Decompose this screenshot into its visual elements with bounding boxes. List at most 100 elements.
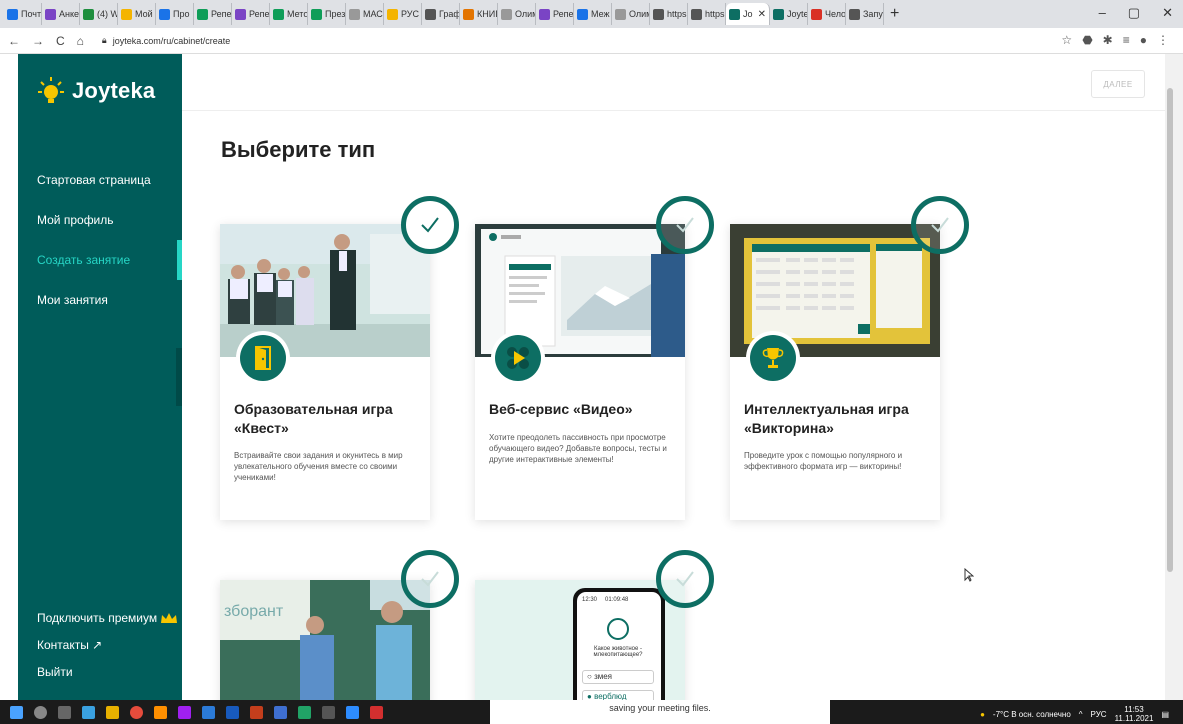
tab-favicon-icon [7,8,18,20]
tab-label: Запу [863,9,883,19]
browser-tab[interactable]: Репе [232,3,270,25]
browser-tab[interactable]: Запу [846,3,884,25]
taskbar-apps [0,705,383,719]
contacts-link[interactable]: Контакты ↗ [37,638,102,652]
quest-select-check[interactable] [401,196,459,254]
tab-favicon-icon [539,8,550,20]
sidebar-item-profile[interactable]: Мой профиль [37,213,114,227]
bottom-left-select-check[interactable] [401,550,459,608]
page-scrollbar[interactable] [1165,54,1183,700]
notification-icon[interactable]: ▤ [1161,710,1169,719]
browser-tab[interactable]: (4) W [80,3,118,25]
browser-tab[interactable]: МАС [346,3,384,25]
app-icon-red[interactable] [370,705,383,719]
tab-label: (4) W [97,9,118,19]
puzzle-icon[interactable]: ✱ [1103,33,1113,47]
browser-tab[interactable]: РУС [384,3,422,25]
lang-indicator[interactable]: РУС [1091,710,1107,719]
chrome-icon[interactable] [130,705,143,719]
extension-icon[interactable]: ⬣ [1082,33,1092,47]
weather-text[interactable]: -7°C В осн. солнечно [993,710,1071,719]
card-video[interactable]: Веб-сервис «Видео» Хотите преодолеть пас… [475,224,685,520]
browser-tab[interactable]: Чело [808,3,846,25]
card-quiz[interactable]: Интеллектуальная игра «Викторина» Провед… [730,224,940,520]
quiz-select-check[interactable] [911,196,969,254]
browser-tab[interactable]: Репе [194,3,232,25]
tab-label: Мой [135,9,153,19]
sidebar-item-my-lessons[interactable]: Мои занятия [37,293,108,307]
browser-tab[interactable]: Репе [536,3,574,25]
browser-tab[interactable]: През [308,3,346,25]
browser-tab[interactable]: Почт [4,3,42,25]
powerpoint-icon[interactable] [250,705,263,719]
tab-favicon-icon [349,8,360,20]
sidebar-item-start[interactable]: Стартовая страница [37,173,151,187]
browser-tab[interactable]: Про [156,3,194,25]
minimize-button[interactable]: – [1099,5,1106,21]
excel-icon[interactable] [298,705,311,719]
tab-favicon-icon [159,8,170,20]
logo-text: Joyteka [72,78,156,103]
logo[interactable]: Joyteka [38,76,155,106]
firefox-icon[interactable] [154,705,167,719]
sidebar-item-create[interactable]: Создать занятие [37,253,130,267]
profile-icon[interactable]: ● [1140,33,1147,47]
app-icon-blue[interactable] [202,705,215,719]
reading-list-icon[interactable]: ≡ [1123,33,1130,47]
url-field[interactable]: 🔒︎ joyteka.com/ru/cabinet/create [102,35,230,46]
browser-tab[interactable]: Мето [270,3,308,25]
tab-label: Олим [515,9,535,19]
app-icon-save[interactable] [274,705,287,719]
browser-tab[interactable]: Мой [118,3,156,25]
home-icon[interactable]: ⌂ [77,34,84,48]
next-button[interactable]: ДАЛЕЕ [1091,70,1145,98]
bottom-middle-select-check[interactable] [656,550,714,608]
weather-icon: ● [980,709,985,719]
task-view-icon[interactable] [58,705,71,719]
browser-toolbar-right: ☆ ⬣ ✱ ≡ ● ⋮ [1061,33,1169,47]
star-icon[interactable]: ☆ [1061,33,1072,47]
browser-tab[interactable]: Joyte [770,3,808,25]
browser-tab[interactable]: Олим [612,3,650,25]
menu-icon[interactable]: ⋮ [1157,33,1169,47]
poster-text: зборант [224,603,284,620]
zoom-icon[interactable] [346,705,359,719]
browser-tab[interactable]: КНИГ [460,3,498,25]
premium-label: Подключить премиум [37,611,158,625]
edge-icon[interactable] [82,705,95,719]
app-icon-gray[interactable] [322,705,335,719]
checkmark-icon [421,217,439,233]
app-icon-purple[interactable] [178,705,191,719]
quiz-description: Проведите урок с помощью популярного и э… [744,451,903,471]
browser-tab[interactable]: Jo ✕ [726,3,770,25]
logout-link[interactable]: Выйти [37,665,73,679]
video-select-check[interactable] [656,196,714,254]
scrollbar-thumb[interactable] [1167,88,1173,572]
browser-tab[interactable]: Граф [422,3,460,25]
phone-option-1[interactable]: ○ змея [582,670,654,684]
tab-close-icon[interactable]: ✕ [758,9,766,20]
browser-tab[interactable]: Анкет [42,3,80,25]
tab-label: https [705,9,725,19]
browser-tab[interactable]: https [650,3,688,25]
card-quest[interactable]: Образовательная игра «Квест» Встраивайте… [220,224,430,520]
back-icon[interactable]: ← [8,34,20,48]
browser-tab[interactable]: Меж [574,3,612,25]
file-explorer-icon[interactable] [106,705,119,719]
maximize-button[interactable]: ▢ [1128,5,1140,21]
close-window-button[interactable]: ✕ [1162,5,1173,21]
browser-tab[interactable]: https [688,3,726,25]
word-icon[interactable] [226,705,239,719]
tray-chevron-icon[interactable]: ^ [1079,710,1083,719]
card-game-bottom-middle[interactable]: 12:30 01:09:48 Какое животное - млекопит… [475,580,685,720]
clock[interactable]: 11:53 11.11.2021 [1115,705,1154,723]
card-game-bottom-left[interactable]: зборант [220,580,430,720]
new-tab-button[interactable]: + [890,5,899,23]
browser-tab[interactable]: Олим [498,3,536,25]
reload-icon[interactable]: C [56,34,65,48]
windows-start-icon[interactable] [10,705,23,719]
forward-icon[interactable]: → [32,34,44,48]
premium-link[interactable]: Подключить премиум [37,611,178,625]
lock-icon: 🔒︎ [101,35,107,45]
search-icon[interactable] [34,705,47,719]
